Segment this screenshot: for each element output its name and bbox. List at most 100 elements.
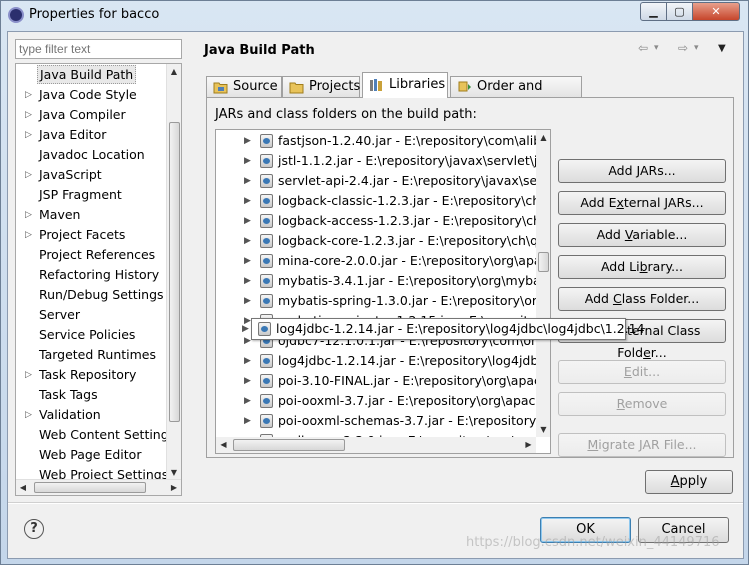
btn-mnemonic: M: [587, 437, 599, 452]
tree-item[interactable]: Task Tags: [16, 385, 168, 405]
expand-arrow-icon[interactable]: ▶: [244, 211, 251, 231]
tree-item[interactable]: ▷ Validation: [16, 405, 168, 425]
tree-vscroll-thumb[interactable]: [169, 122, 180, 422]
jar-list-item[interactable]: ▶ logback-classic-1.2.3.jar - E:\reposito…: [216, 191, 536, 211]
expand-arrow-icon[interactable]: ▶: [244, 191, 251, 211]
jar-list-item[interactable]: ▶ logback-access-1.2.3.jar - E:\repositor…: [216, 211, 536, 231]
property-page-tree[interactable]: Web Project Settings Web Page Editor Web C…: [15, 63, 182, 496]
tree-horizontal-scrollbar[interactable]: ◀ ▶: [16, 479, 181, 495]
jar-list-item[interactable]: ▶ poi-3.10-FINAL.jar - E:\repository\org\…: [216, 371, 536, 391]
tree-vertical-scrollbar[interactable]: ▲ ▼: [166, 64, 181, 480]
tree-item[interactable]: ▷ Task Repository: [16, 365, 168, 385]
tree-hscroll-thumb[interactable]: [34, 482, 146, 493]
tab-source[interactable]: Source: [206, 76, 282, 98]
expand-arrow-icon[interactable]: ▶: [244, 391, 251, 411]
jar-list-item[interactable]: ▶ log4jdbc-1.2.14.jar - E:\repository\log…: [216, 351, 536, 371]
expand-arrow-icon[interactable]: ▶: [244, 411, 251, 431]
jar-list-vertical-scrollbar[interactable]: ▲ ▼: [536, 130, 550, 437]
add-class-folder-button[interactable]: Add Class Folder...: [558, 287, 726, 311]
tree-item[interactable]: Web Content Settings: [16, 425, 175, 445]
expand-arrow-icon[interactable]: ▷: [25, 225, 32, 245]
tree-item[interactable]: ▷ Java Editor: [16, 125, 168, 145]
tree-item[interactable]: ▷ Project Facets: [16, 225, 168, 245]
minimize-button[interactable]: ▁: [640, 2, 667, 21]
scroll-right-arrow-icon[interactable]: ▶: [521, 437, 536, 453]
back-arrow-icon[interactable]: ⇦: [638, 41, 648, 55]
expand-arrow-icon[interactable]: ▶: [244, 151, 251, 171]
forward-arrow-icon[interactable]: ⇨: [678, 41, 688, 55]
jar-list-item[interactable]: ▶ jstl-1.1.2.jar - E:\repository\javax\se…: [216, 151, 536, 171]
edit-button[interactable]: Edit...: [558, 360, 726, 384]
maximize-button[interactable]: ▢: [666, 2, 693, 21]
tree-item[interactable]: ▷ JavaScript: [16, 165, 168, 185]
migrate-jar-file-button[interactable]: Migrate JAR File...: [558, 433, 726, 457]
tree-item[interactable]: Java Build Path: [16, 65, 168, 85]
tree-item[interactable]: ▷ Java Compiler: [16, 105, 168, 125]
expand-arrow-icon[interactable]: ▶: [244, 171, 251, 191]
jar-list-vscroll-thumb[interactable]: [538, 252, 549, 272]
tree-item[interactable]: Server: [16, 305, 168, 325]
tree-item[interactable]: Targeted Runtimes: [16, 345, 168, 365]
jar-list-item[interactable]: ▶ mybatis-3.4.1.jar - E:\repository\org\m…: [216, 271, 536, 291]
expand-arrow-icon[interactable]: ▶: [244, 131, 251, 151]
jar-list-item[interactable]: ▶ mybatis-spring-1.3.0.jar - E:\repositor…: [216, 291, 536, 311]
expand-arrow-icon[interactable]: ▶: [244, 271, 251, 291]
expand-arrow-icon[interactable]: ▷: [25, 105, 32, 125]
scroll-left-arrow-icon[interactable]: ◀: [216, 437, 231, 453]
expand-arrow-icon[interactable]: ▶: [244, 231, 251, 251]
expand-arrow-icon[interactable]: ▷: [25, 365, 32, 385]
expand-arrow-icon[interactable]: ▷: [25, 85, 32, 105]
jar-list[interactable]: ▶xmlbeans-2.3.0.jar - E:\repository\org\…: [215, 129, 551, 454]
tree-item[interactable]: Web Page Editor: [16, 445, 168, 465]
back-menu-chevron-icon[interactable]: ▾: [654, 43, 659, 53]
tree-item[interactable]: Service Policies: [16, 325, 168, 345]
add-external-jars-button[interactable]: Add External JARs...: [558, 191, 726, 215]
jar-list-item[interactable]: ▶ logback-core-1.2.3.jar - E:\repository\…: [216, 231, 536, 251]
expand-arrow-icon[interactable]: ▷: [25, 165, 32, 185]
jar-list-item[interactable]: ▶ mina-core-2.0.0.jar - E:\repository\org…: [216, 251, 536, 271]
expand-arrow-icon[interactable]: ▷: [25, 205, 32, 225]
tree-item[interactable]: Refactoring History: [16, 265, 168, 285]
close-button[interactable]: ✕: [692, 2, 740, 21]
scroll-left-arrow-icon[interactable]: ◀: [16, 480, 30, 495]
scroll-up-arrow-icon[interactable]: ▲: [167, 64, 181, 79]
tree-item[interactable]: Run/Debug Settings: [16, 285, 168, 305]
expand-arrow-icon[interactable]: ▷: [25, 405, 32, 425]
jar-list-item[interactable]: ▶ poi-ooxml-3.7.jar - E:\repository\org\a…: [216, 391, 536, 411]
tree-item-label: Server: [39, 307, 80, 322]
add-variable-button[interactable]: Add Variable...: [558, 223, 726, 247]
title-bar[interactable]: Properties for bacco ▁ ▢ ✕: [1, 1, 748, 29]
jar-list-horizontal-scrollbar[interactable]: ◀ ▶: [216, 437, 536, 453]
jar-list-item[interactable]: ▶ servlet-api-2.4.jar - E:\repository\jav…: [216, 171, 536, 191]
jar-list-item[interactable]: ▶ fastjson-1.2.40.jar - E:\repository\com…: [216, 131, 536, 151]
help-icon[interactable]: ?: [24, 519, 44, 539]
tree-item[interactable]: Javadoc Location: [16, 145, 168, 165]
expand-arrow-icon[interactable]: ▶: [244, 251, 251, 271]
expand-arrow-icon[interactable]: ▶: [244, 291, 251, 311]
tree-item[interactable]: ▷ Java Code Style: [16, 85, 168, 105]
forward-menu-chevron-icon[interactable]: ▾: [694, 43, 699, 53]
scroll-up-arrow-icon[interactable]: ▲: [536, 130, 550, 145]
tab-libraries[interactable]: Libraries: [362, 72, 448, 98]
expand-arrow-icon[interactable]: ▷: [25, 125, 32, 145]
scroll-down-arrow-icon[interactable]: ▼: [167, 465, 181, 480]
remove-button[interactable]: Remove: [558, 392, 726, 416]
scroll-down-arrow-icon[interactable]: ▼: [536, 422, 550, 437]
expand-arrow-icon[interactable]: ▶: [244, 351, 251, 371]
view-menu-icon[interactable]: ▼: [718, 43, 726, 54]
add-library-button[interactable]: Add Library...: [558, 255, 726, 279]
tab-projects[interactable]: Projects: [282, 76, 360, 98]
apply-button[interactable]: Apply: [645, 470, 733, 494]
tree-item[interactable]: Project References: [16, 245, 168, 265]
filter-input[interactable]: [15, 39, 182, 59]
tab-order-and-export[interactable]: Order and Export: [450, 76, 582, 114]
expand-arrow-icon[interactable]: ▶: [244, 371, 251, 391]
tree-item-label: Service Policies: [39, 327, 136, 342]
add-jars-button[interactable]: Add JARs...: [558, 159, 726, 183]
splitter-sash[interactable]: [189, 39, 193, 489]
tree-item[interactable]: ▷ Maven: [16, 205, 168, 225]
jar-list-item[interactable]: ▶ poi-ooxml-schemas-3.7.jar - E:\reposito…: [216, 411, 536, 431]
tree-item[interactable]: JSP Fragment: [16, 185, 168, 205]
scroll-right-arrow-icon[interactable]: ▶: [167, 480, 181, 495]
jar-list-hscroll-thumb[interactable]: [233, 439, 345, 451]
